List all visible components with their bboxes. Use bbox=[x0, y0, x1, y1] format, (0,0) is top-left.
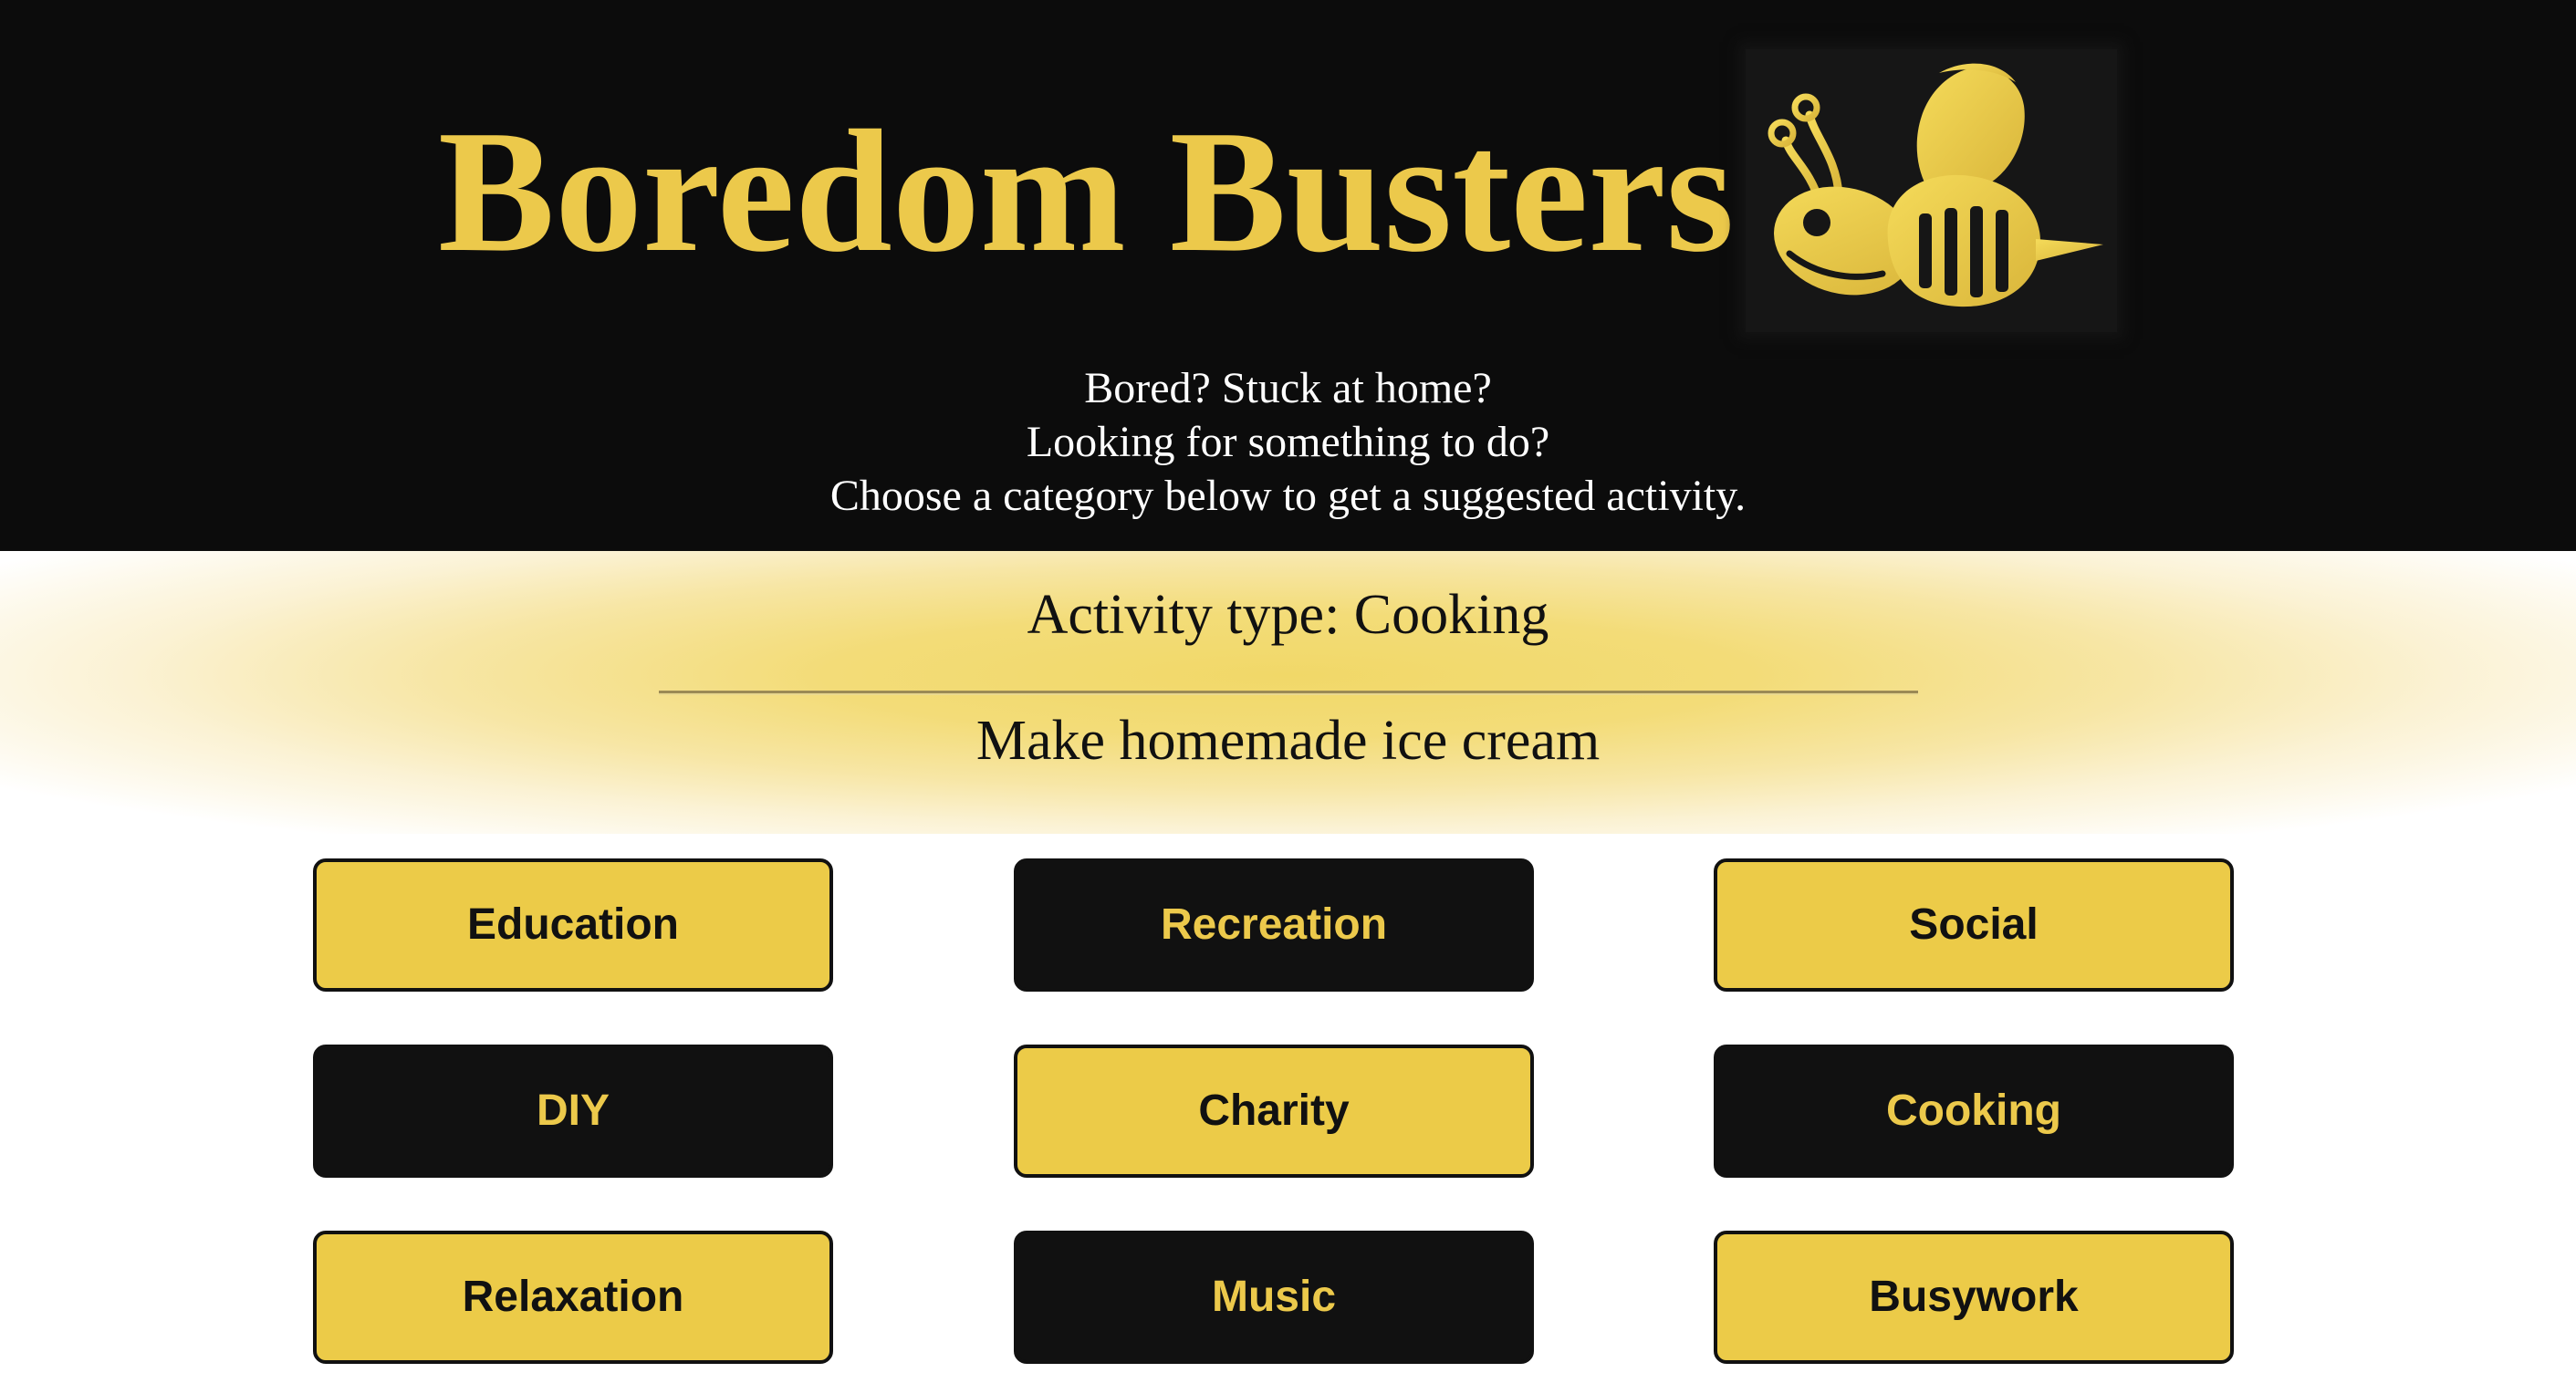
activity-result-panel: Activity type: Cooking Make homemade ice… bbox=[0, 551, 2576, 834]
category-button-cooking[interactable]: Cooking bbox=[1714, 1045, 2234, 1178]
category-button-charity[interactable]: Charity bbox=[1014, 1045, 1534, 1178]
bee-icon bbox=[1746, 49, 2117, 332]
intro-line-2: Looking for something to do? bbox=[1026, 418, 1550, 466]
intro-line-3: Choose a category below to get a suggest… bbox=[829, 472, 1747, 520]
divider bbox=[659, 691, 1918, 695]
category-button-diy[interactable]: DIY bbox=[313, 1045, 833, 1178]
category-button-busywork[interactable]: Busywork bbox=[1714, 1231, 2234, 1364]
intro-line-1: Bored? Stuck at home? bbox=[1084, 364, 1492, 412]
category-button-social[interactable]: Social bbox=[1714, 858, 2234, 992]
category-button-recreation[interactable]: Recreation bbox=[1014, 858, 1534, 992]
category-button-education[interactable]: Education bbox=[313, 858, 833, 992]
category-button-music[interactable]: Music bbox=[1014, 1231, 1534, 1364]
category-button-relaxation[interactable]: Relaxation bbox=[313, 1231, 833, 1364]
activity-type-label: Activity type: Cooking bbox=[1027, 584, 1549, 646]
intro-text: Bored? Stuck at home? Looking for someth… bbox=[0, 361, 2576, 523]
suggested-activity: Make homemade ice cream bbox=[975, 710, 1601, 772]
header: Boredom Busters Bored? Stuck at home? Lo… bbox=[0, 0, 2576, 551]
page-title: Boredom Busters bbox=[438, 94, 1735, 288]
